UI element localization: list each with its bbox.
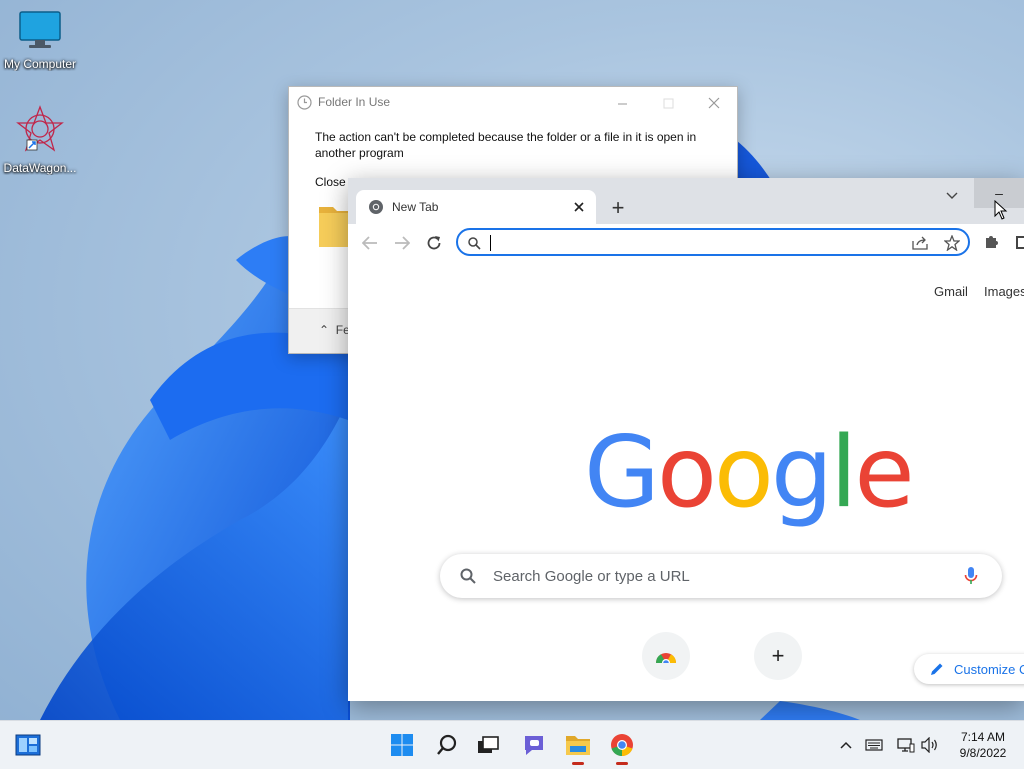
tab-strip[interactable]: New Tab + – xyxy=(348,178,1024,224)
dialog-close-button[interactable] xyxy=(691,89,737,117)
minimize-icon xyxy=(617,103,627,104)
google-search-box[interactable]: Search Google or type a URL xyxy=(440,554,1002,598)
volume-tray-button[interactable] xyxy=(920,735,940,755)
network-icon xyxy=(897,738,915,753)
new-tab-page: Gmail Images Google Search Google or typ… xyxy=(348,262,1024,701)
taskbar: 7:14 AM 9/8/2022 xyxy=(0,720,1024,769)
back-button[interactable] xyxy=(356,230,384,256)
chrome-favicon-icon xyxy=(369,200,383,214)
close-tab-icon[interactable] xyxy=(574,202,584,212)
text-caret xyxy=(490,235,491,251)
chevron-up-icon: ⌃ xyxy=(319,323,330,337)
chevron-up-icon xyxy=(840,741,852,749)
show-hidden-icons-button[interactable] xyxy=(836,735,856,755)
chrome-window: New Tab + – Gmail Images Google Search G… xyxy=(348,178,1024,701)
google-logo-letter: g xyxy=(770,416,833,530)
chrome-web-store-icon xyxy=(656,653,676,663)
customize-chrome-button[interactable]: Customize C xyxy=(914,654,1024,684)
add-shortcut-button[interactable]: + xyxy=(754,632,802,680)
dialog-close-prompt: Close xyxy=(315,175,346,189)
chrome-toolbar xyxy=(348,224,1024,263)
keyboard-tray-button[interactable] xyxy=(864,735,884,755)
search-icon xyxy=(460,568,476,584)
chat-icon xyxy=(525,736,543,755)
arrow-right-icon xyxy=(395,236,410,250)
chrome-icon xyxy=(611,734,633,757)
datawagon-logo-icon xyxy=(16,105,64,152)
fewer-details-toggle[interactable]: ⌃ Fe xyxy=(319,323,350,337)
reload-icon xyxy=(427,236,441,250)
keyboard-icon xyxy=(865,739,883,751)
bookmark-star-icon[interactable] xyxy=(942,234,962,252)
google-logo-letter: e xyxy=(854,416,914,530)
pencil-icon xyxy=(931,663,943,675)
tab-new-tab[interactable]: New Tab xyxy=(356,190,596,224)
images-link[interactable]: Images xyxy=(984,284,1024,299)
desktop-icon-datawagon[interactable]: DataWagon... xyxy=(0,104,80,175)
address-bar[interactable] xyxy=(456,228,970,256)
close-icon xyxy=(708,97,720,109)
side-panel-icon[interactable] xyxy=(1016,236,1024,249)
chevron-down-icon xyxy=(946,192,958,199)
gmail-link[interactable]: Gmail xyxy=(934,284,968,299)
share-icon[interactable] xyxy=(910,234,930,252)
tab-search-button[interactable] xyxy=(940,184,964,208)
mouse-cursor-icon xyxy=(994,200,1008,220)
search-placeholder: Search Google or type a URL xyxy=(493,568,690,585)
search-icon xyxy=(437,734,457,755)
taskbar-clock[interactable]: 7:14 AM 9/8/2022 xyxy=(948,729,1018,761)
windows-logo-icon xyxy=(391,734,413,756)
clock-date: 9/8/2022 xyxy=(959,746,1007,760)
search-icon xyxy=(464,234,484,252)
file-explorer-button[interactable] xyxy=(562,729,594,765)
teams-chat-button[interactable] xyxy=(518,729,550,761)
new-tab-button[interactable]: + xyxy=(606,195,630,220)
reload-button[interactable] xyxy=(420,230,448,256)
desktop-icon-label: DataWagon... xyxy=(3,161,77,175)
customize-label: Customize C xyxy=(954,661,1024,677)
chrome-taskbar-button[interactable] xyxy=(606,729,638,765)
widgets-icon xyxy=(15,734,41,756)
desktop-icon-my-computer[interactable]: My Computer xyxy=(0,10,80,71)
running-indicator xyxy=(572,762,584,765)
google-logo: Google xyxy=(584,424,915,522)
google-logo-letter: o xyxy=(713,416,774,530)
add-shortcut-icon: + xyxy=(771,643,785,668)
task-view-icon xyxy=(478,736,499,753)
google-logo-letter: G xyxy=(584,416,660,530)
start-button[interactable] xyxy=(386,729,418,761)
google-logo-letter: l xyxy=(830,416,857,530)
search-button[interactable] xyxy=(431,729,463,761)
dialog-maximize-button xyxy=(645,89,691,117)
monitor-icon xyxy=(19,11,61,48)
shortcut-web-store[interactable] xyxy=(642,632,690,680)
arrow-left-icon xyxy=(362,236,377,250)
dialog-message: The action can't be completed because th… xyxy=(315,130,697,160)
network-tray-button[interactable] xyxy=(896,735,916,755)
microphone-icon[interactable] xyxy=(964,566,978,586)
tab-title: New Tab xyxy=(392,200,439,214)
dialog-title: Folder In Use xyxy=(318,95,391,109)
running-indicator xyxy=(616,762,628,765)
speaker-icon xyxy=(921,737,937,753)
maximize-icon xyxy=(663,98,673,108)
google-logo-letter: o xyxy=(656,416,717,530)
desktop-icon-label: My Computer xyxy=(3,57,77,71)
task-view-button[interactable] xyxy=(472,729,504,761)
folder-icon xyxy=(566,736,590,755)
widgets-button[interactable] xyxy=(12,729,44,761)
clock-icon xyxy=(297,94,312,110)
dialog-minimize-button[interactable] xyxy=(599,89,645,117)
extensions-button[interactable] xyxy=(984,233,1000,254)
forward-button[interactable] xyxy=(388,230,416,256)
puzzle-icon xyxy=(986,236,998,248)
clock-time: 7:14 AM xyxy=(960,730,1006,744)
